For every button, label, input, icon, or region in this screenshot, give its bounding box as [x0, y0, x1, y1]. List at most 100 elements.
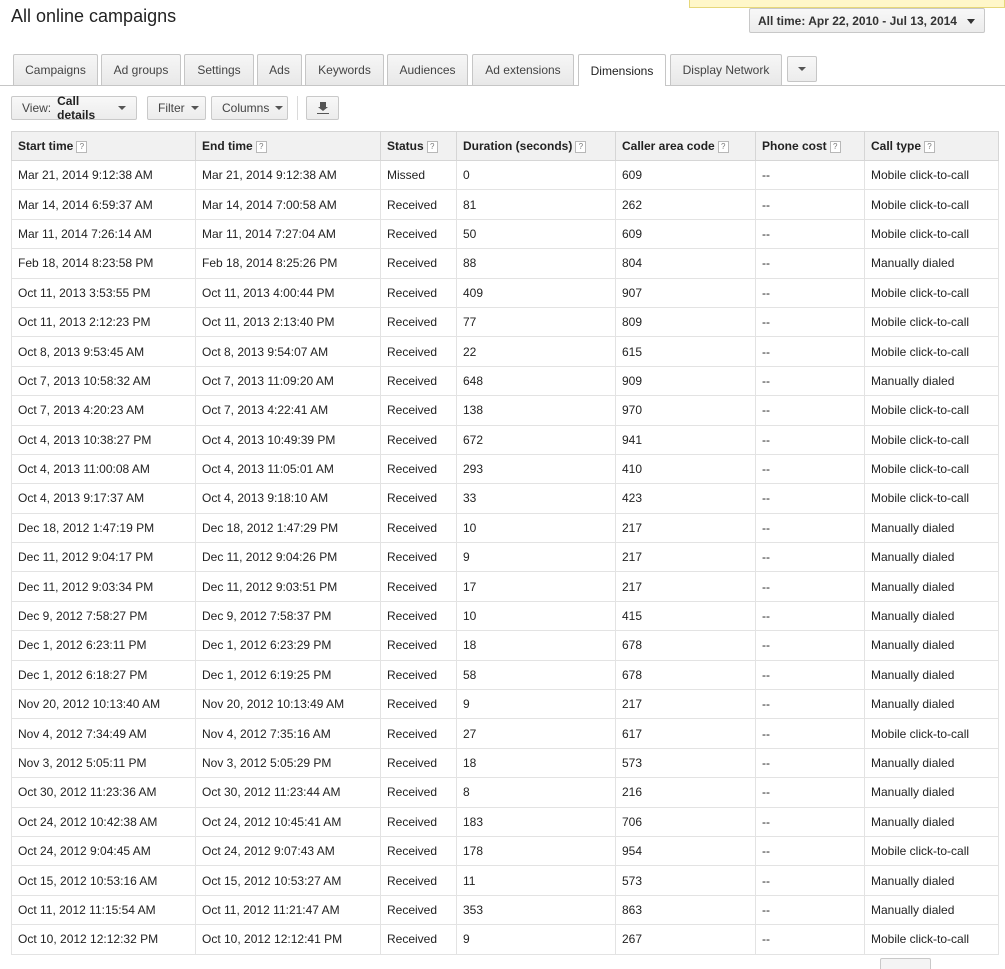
- caller-area-code-cell: 415: [615, 600, 756, 632]
- chevron-down-icon: [190, 106, 199, 110]
- chevron-down-icon: [118, 106, 126, 110]
- tab-campaigns[interactable]: Campaigns: [13, 54, 98, 85]
- caller-area-code-cell: 609: [615, 159, 756, 191]
- status-cell: Received: [380, 571, 457, 602]
- help-icon[interactable]: ?: [426, 141, 438, 153]
- tab-ads[interactable]: Ads: [257, 54, 302, 85]
- view-dropdown[interactable]: View: Call details: [11, 94, 137, 122]
- end-time-cell: Dec 1, 2012 6:23:29 PM: [195, 630, 381, 661]
- start-time-cell: Oct 24, 2012 10:42:38 AM: [11, 806, 196, 837]
- table-row: Oct 24, 2012 9:04:45 AM Oct 24, 2012 9:07…: [11, 835, 999, 867]
- caller-area-code-cell: 617: [615, 718, 756, 749]
- more-tabs-button[interactable]: [787, 56, 817, 82]
- help-icon[interactable]: ?: [717, 141, 729, 153]
- start-time-cell: Dec 1, 2012 6:18:27 PM: [11, 659, 196, 691]
- status-cell: Received: [380, 865, 457, 896]
- duration-cell: 22: [456, 336, 616, 367]
- call-type-cell: Mobile click-to-call: [864, 453, 999, 485]
- call-type-cell: Mobile click-to-call: [864, 306, 999, 338]
- caller-area-code-cell: 410: [615, 453, 756, 485]
- help-icon[interactable]: ?: [575, 141, 587, 153]
- table-row: Mar 14, 2014 6:59:37 AM Mar 14, 2014 7:00…: [11, 189, 999, 220]
- end-time-cell: Oct 15, 2012 10:53:27 AM: [195, 865, 381, 896]
- status-cell: Received: [380, 453, 457, 485]
- status-cell: Received: [380, 395, 457, 426]
- phone-cost-cell: --: [755, 542, 865, 573]
- end-time-cell: Oct 7, 2013 11:09:20 AM: [195, 365, 381, 397]
- caller-area-code-cell: 267: [615, 924, 756, 955]
- phone-cost-cell: --: [755, 835, 865, 867]
- tab-ad-extensions[interactable]: Ad extensions: [472, 54, 574, 85]
- filter-button[interactable]: Filter: [147, 96, 206, 120]
- table-row: Oct 8, 2013 9:53:45 AM Oct 8, 2013 9:54:0…: [11, 336, 999, 367]
- column-header-start-time[interactable]: Start time?: [11, 131, 196, 161]
- caller-area-code-cell: 615: [615, 336, 756, 367]
- call-type-cell: Manually dialed: [864, 865, 999, 896]
- status-cell: Received: [380, 630, 457, 661]
- table-row: Dec 18, 2012 1:47:19 PM Dec 18, 2012 1:47…: [11, 512, 999, 544]
- status-cell: Received: [380, 659, 457, 691]
- page-title: All online campaigns: [11, 6, 177, 26]
- tab-display-network[interactable]: Display Network: [670, 54, 782, 85]
- end-time-cell: Dec 11, 2012 9:03:51 PM: [195, 571, 381, 602]
- column-header-call-type[interactable]: Call type?: [864, 131, 999, 161]
- status-cell: Received: [380, 365, 457, 397]
- duration-cell: 50: [456, 218, 616, 250]
- end-time-cell: Mar 21, 2014 9:12:38 AM: [195, 159, 381, 191]
- status-cell: Received: [380, 277, 457, 308]
- tabs-divider: [0, 85, 1005, 86]
- table-row: Nov 4, 2012 7:34:49 AM Nov 4, 2012 7:35:1…: [11, 718, 999, 749]
- call-type-cell: Manually dialed: [864, 659, 999, 691]
- tab-dimensions[interactable]: Dimensions: [578, 54, 666, 86]
- column-header-status[interactable]: Status?: [380, 131, 457, 161]
- help-icon[interactable]: ?: [255, 141, 267, 153]
- date-range-selector[interactable]: All time: Apr 22, 2010 - Jul 13, 2014: [749, 8, 985, 33]
- column-header-end-time[interactable]: End time?: [195, 131, 381, 161]
- tab-audiences[interactable]: Audiences: [387, 54, 468, 85]
- phone-cost-cell: --: [755, 718, 865, 749]
- caller-area-code-cell: 217: [615, 542, 756, 573]
- column-header-phone-cost[interactable]: Phone cost?: [755, 131, 865, 161]
- caller-area-code-cell: 706: [615, 806, 756, 837]
- start-time-cell: Oct 4, 2013 10:38:27 PM: [11, 424, 196, 455]
- phone-cost-cell: --: [755, 218, 865, 250]
- start-time-cell: Oct 11, 2013 3:53:55 PM: [11, 277, 196, 308]
- table-row: Oct 11, 2012 11:15:54 AM Oct 11, 2012 11:…: [11, 894, 999, 926]
- columns-button[interactable]: Columns: [211, 96, 288, 120]
- tab-keywords[interactable]: Keywords: [305, 54, 384, 85]
- duration-cell: 9: [456, 689, 616, 720]
- tab-ad-groups[interactable]: Ad groups: [101, 54, 181, 85]
- download-button[interactable]: [306, 96, 339, 120]
- call-type-cell: Manually dialed: [864, 747, 999, 779]
- start-time-cell: Oct 4, 2013 9:17:37 AM: [11, 483, 196, 514]
- phone-cost-cell: --: [755, 189, 865, 220]
- toolbar-divider: [297, 96, 298, 120]
- end-time-cell: Dec 1, 2012 6:19:25 PM: [195, 659, 381, 691]
- table-row: Oct 4, 2013 10:38:27 PM Oct 4, 2013 10:49…: [11, 424, 999, 455]
- call-type-cell: Mobile click-to-call: [864, 424, 999, 455]
- status-cell: Received: [380, 894, 457, 926]
- call-type-cell: Mobile click-to-call: [864, 395, 999, 426]
- column-header-caller-area-code[interactable]: Caller area code?: [615, 131, 756, 161]
- help-icon[interactable]: ?: [829, 141, 841, 153]
- view-value: Call details: [57, 94, 96, 122]
- call-details-table: Start time? End time? Status? Duration (…: [11, 131, 999, 955]
- duration-cell: 33: [456, 483, 616, 514]
- status-cell: Received: [380, 306, 457, 338]
- duration-cell: 18: [456, 747, 616, 779]
- table-row: Oct 30, 2012 11:23:36 AM Oct 30, 2012 11:…: [11, 777, 999, 808]
- call-type-cell: Mobile click-to-call: [864, 718, 999, 749]
- tab-settings[interactable]: Settings: [184, 54, 254, 85]
- help-icon[interactable]: ?: [76, 141, 88, 153]
- phone-cost-cell: --: [755, 159, 865, 191]
- help-icon[interactable]: ?: [924, 141, 936, 153]
- start-time-cell: Oct 4, 2013 11:00:08 AM: [11, 453, 196, 485]
- caller-area-code-cell: 423: [615, 483, 756, 514]
- end-time-cell: Nov 3, 2012 5:05:29 PM: [195, 747, 381, 779]
- download-icon: [316, 102, 329, 114]
- table-row: Oct 4, 2013 11:00:08 AM Oct 4, 2013 11:05…: [11, 453, 999, 485]
- column-header-duration[interactable]: Duration (seconds)?: [456, 131, 616, 161]
- view-prefix: View:: [22, 101, 52, 115]
- table-row: Mar 21, 2014 9:12:38 AM Mar 21, 2014 9:12…: [11, 159, 999, 191]
- duration-cell: 409: [456, 277, 616, 308]
